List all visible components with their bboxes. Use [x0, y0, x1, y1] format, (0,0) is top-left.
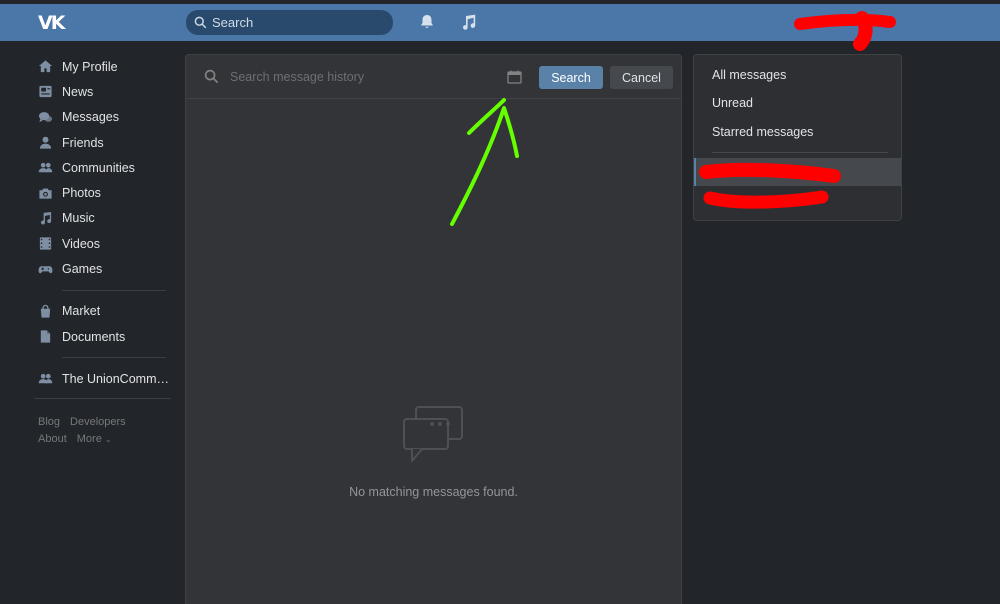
filter-folder-active[interactable]	[694, 158, 901, 186]
sidebar-item-documents[interactable]: Documents	[34, 324, 174, 349]
sidebar-item-music[interactable]: Music	[34, 206, 174, 231]
sidebar-item-label: Friends	[62, 135, 104, 150]
sidebar-item-label: Communities	[62, 160, 135, 175]
footer-link-developers[interactable]: Developers	[70, 416, 126, 428]
empty-chat-icon	[403, 406, 463, 462]
sidebar-item-communities[interactable]: Communities	[34, 155, 174, 180]
calendar-icon[interactable]	[507, 70, 522, 84]
message-search-panel: Search Cancel No matching messages found…	[185, 54, 682, 604]
sidebar-item-label: Videos	[62, 236, 100, 251]
music-note-icon[interactable]	[459, 13, 477, 31]
sidebar-divider	[62, 289, 166, 291]
newspaper-icon	[37, 84, 53, 100]
chat-bubbles-icon	[37, 109, 53, 125]
cancel-button[interactable]: Cancel	[610, 66, 673, 89]
document-icon	[37, 329, 53, 345]
top-header: VK	[0, 4, 1000, 41]
filter-divider	[712, 152, 888, 153]
sidebar-item-label: Market	[62, 304, 101, 319]
camera-icon	[37, 185, 53, 201]
global-search[interactable]	[186, 10, 393, 35]
bell-icon[interactable]	[418, 13, 436, 31]
sidebar-item-community[interactable]: The UnionCommun…	[34, 366, 174, 391]
sidebar-item-friends[interactable]: Friends	[34, 130, 174, 155]
sidebar-item-news[interactable]: News	[34, 79, 174, 104]
global-search-input[interactable]	[212, 15, 382, 30]
message-history-search-input[interactable]	[230, 67, 480, 87]
music-note-icon	[37, 210, 53, 226]
sidebar-item-market[interactable]: Market	[34, 299, 174, 324]
sidebar-item-label: The UnionCommun…	[62, 371, 172, 386]
sidebar-item-label: Messages	[62, 110, 119, 125]
sidebar-item-label: Music	[62, 211, 95, 226]
empty-state-text: No matching messages found.	[349, 485, 518, 499]
sidebar-item-label: Documents	[62, 329, 126, 344]
sidebar-divider	[34, 398, 171, 399]
search-icon	[204, 69, 218, 83]
user-icon	[37, 135, 53, 151]
footer-link-about[interactable]: About	[38, 433, 67, 445]
left-sidebar: My Profile News Messages Friends Communi…	[34, 54, 174, 392]
film-icon	[37, 236, 53, 252]
group-icon	[37, 371, 53, 387]
sidebar-item-label: Photos	[62, 186, 101, 201]
filter-all-messages[interactable]: All messages	[712, 68, 786, 82]
sidebar-item-label: News	[62, 84, 94, 99]
shopping-bag-icon	[37, 303, 53, 319]
sidebar-item-photos[interactable]: Photos	[34, 180, 174, 205]
chevron-down-icon: ⌄	[104, 435, 112, 444]
footer-more-label: More	[76, 433, 102, 445]
filter-folder[interactable]	[694, 186, 901, 214]
sidebar-item-messages[interactable]: Messages	[34, 105, 174, 130]
message-search-bar: Search Cancel	[186, 55, 681, 99]
sidebar-item-videos[interactable]: Videos	[34, 231, 174, 256]
message-filters-panel: All messages Unread Starred messages	[693, 54, 902, 221]
vk-logo[interactable]: VK	[38, 12, 70, 34]
filter-unread[interactable]: Unread	[712, 96, 753, 110]
home-icon	[37, 59, 53, 75]
search-button[interactable]: Search	[539, 66, 603, 89]
sidebar-item-my-profile[interactable]: My Profile	[34, 54, 174, 79]
sidebar-item-label: Games	[62, 262, 103, 277]
sidebar-item-games[interactable]: Games	[34, 256, 174, 281]
group-icon	[37, 160, 53, 176]
search-icon	[194, 16, 207, 29]
sidebar-divider	[62, 357, 166, 359]
filter-starred-messages[interactable]: Starred messages	[712, 125, 813, 139]
sidebar-item-label: My Profile	[62, 59, 118, 74]
footer-link-more[interactable]: More ⌄	[77, 433, 112, 445]
footer-links: Blog Developers About More ⌄	[38, 416, 178, 450]
gamepad-icon	[37, 261, 53, 277]
footer-link-blog[interactable]: Blog	[38, 416, 60, 428]
